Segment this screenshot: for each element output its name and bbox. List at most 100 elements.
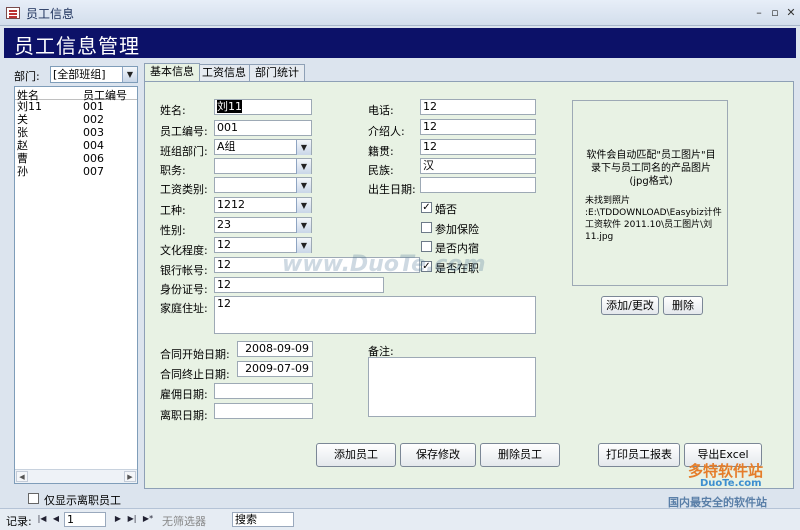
- bank-label: 银行帐号:: [160, 264, 208, 277]
- dept-label: 部门:: [14, 70, 40, 83]
- employee-name: 赵: [17, 139, 28, 152]
- salary-type-select[interactable]: ▼: [214, 177, 312, 193]
- scroll-right-icon[interactable]: ▶: [124, 471, 136, 482]
- tab-basic-info[interactable]: 基本信息: [144, 63, 200, 81]
- position-select[interactable]: ▼: [214, 158, 312, 174]
- list-item[interactable]: 孙 007: [15, 165, 137, 178]
- name-value: 刘11: [217, 100, 242, 113]
- record-label: 记录:: [6, 515, 32, 528]
- chevron-down-icon[interactable]: ▼: [296, 140, 311, 155]
- chevron-down-icon[interactable]: ▼: [296, 238, 311, 253]
- gender-value: 23: [217, 218, 231, 231]
- minimize-icon[interactable]: –: [752, 6, 766, 20]
- insured-checkbox[interactable]: [421, 222, 432, 233]
- address-label: 家庭住址:: [160, 302, 208, 315]
- leave-date-label: 离职日期:: [160, 409, 208, 422]
- employee-list-header: 姓名 员工编号: [15, 87, 137, 102]
- origin-field[interactable]: 12: [420, 139, 536, 155]
- tab-salary-info[interactable]: 工资信息: [196, 64, 252, 81]
- referrer-field[interactable]: 12: [420, 119, 536, 135]
- record-number-input[interactable]: 1: [64, 512, 106, 527]
- list-item[interactable]: 关 002: [15, 113, 137, 126]
- last-record-icon[interactable]: ▶|: [126, 513, 138, 525]
- employee-id: 002: [83, 113, 104, 126]
- list-item[interactable]: 刘11 001: [15, 100, 137, 113]
- contract-end-label: 合同终止日期:: [160, 368, 230, 381]
- insured-label: 参加保险: [435, 223, 479, 236]
- add-employee-button[interactable]: 添加员工: [316, 443, 396, 467]
- search-input[interactable]: 搜索: [232, 512, 294, 527]
- record-navigator: 记录: |◀ ◀ 1 ▶ ▶| ▶* 无筛选器 搜索: [0, 508, 800, 530]
- chevron-down-icon[interactable]: ▼: [296, 218, 311, 233]
- first-record-icon[interactable]: |◀: [36, 513, 48, 525]
- salary-type-label: 工资类别:: [160, 183, 208, 196]
- internal-checkbox[interactable]: [421, 241, 432, 252]
- window-title: 员工信息: [26, 7, 75, 21]
- idcard-label: 身份证号:: [160, 283, 208, 296]
- ethnic-field[interactable]: 汉: [420, 158, 536, 174]
- name-label: 姓名:: [160, 104, 186, 117]
- no-filter-button[interactable]: 无筛选器: [162, 513, 206, 529]
- education-select[interactable]: 12 ▼: [214, 237, 312, 253]
- name-field[interactable]: 刘11: [214, 99, 312, 115]
- print-report-button[interactable]: 打印员工报表: [598, 443, 680, 467]
- birth-date-field[interactable]: [420, 177, 536, 193]
- chevron-down-icon[interactable]: ▼: [122, 67, 137, 82]
- employee-list[interactable]: 姓名 员工编号 刘11 001 关 002 张 003 赵 004 曹 006 …: [14, 86, 138, 484]
- contract-start-field[interactable]: 2008-09-09: [237, 341, 313, 357]
- phone-field[interactable]: 12: [420, 99, 536, 115]
- show-inactive-checkbox[interactable]: [28, 493, 39, 504]
- photo-missing: 未找到照片 :E:\TDDOWNLOAD\Easybiz计件工资软件 2011.…: [585, 196, 722, 242]
- employee-name: 曹: [17, 152, 28, 165]
- employee-id: 007: [83, 165, 104, 178]
- job-value: 1212: [217, 198, 245, 211]
- delete-photo-button[interactable]: 删除: [663, 296, 703, 315]
- hire-date-label: 雇佣日期:: [160, 388, 208, 401]
- phone-label: 电话:: [368, 104, 394, 117]
- tab-dept-stats[interactable]: 部门统计: [249, 64, 305, 81]
- add-change-photo-button[interactable]: 添加/更改: [601, 296, 659, 315]
- employee-name: 刘11: [17, 100, 42, 113]
- maximize-icon[interactable]: ▫: [768, 6, 782, 20]
- save-changes-button[interactable]: 保存修改: [400, 443, 476, 467]
- list-item[interactable]: 张 003: [15, 126, 137, 139]
- married-checkbox[interactable]: ✓: [421, 202, 432, 213]
- gender-select[interactable]: 23 ▼: [214, 217, 312, 233]
- empno-label: 员工编号:: [160, 125, 208, 138]
- hire-date-field[interactable]: [214, 383, 313, 399]
- horizontal-scrollbar[interactable]: ◀ ▶: [15, 469, 137, 483]
- employee-id: 001: [83, 100, 104, 113]
- chevron-down-icon[interactable]: ▼: [296, 198, 311, 213]
- delete-employee-button[interactable]: 删除员工: [480, 443, 560, 467]
- contract-end-field[interactable]: 2009-07-09: [237, 361, 313, 377]
- employee-name: 孙: [17, 165, 28, 178]
- remarks-field[interactable]: [368, 357, 536, 417]
- job-select[interactable]: 1212 ▼: [214, 197, 312, 213]
- job-label: 工种:: [160, 204, 186, 217]
- employee-id: 003: [83, 126, 104, 139]
- list-item[interactable]: 曹 006: [15, 152, 137, 165]
- watermark-logo-url: DuoTe.com: [700, 478, 762, 489]
- leave-date-field[interactable]: [214, 403, 313, 419]
- chevron-down-icon[interactable]: ▼: [296, 178, 311, 193]
- team-select[interactable]: A组 ▼: [214, 139, 312, 155]
- dept-select[interactable]: [全部班组] ▼: [50, 66, 138, 83]
- employee-name: 关: [17, 113, 28, 126]
- scroll-left-icon[interactable]: ◀: [16, 471, 28, 482]
- team-value: A组: [217, 140, 236, 153]
- empno-field[interactable]: 001: [214, 120, 312, 136]
- header-banner: 员工信息管理: [4, 28, 796, 58]
- referrer-label: 介绍人:: [368, 125, 405, 138]
- previous-record-icon[interactable]: ◀: [50, 513, 62, 525]
- position-label: 职务:: [160, 164, 186, 177]
- close-icon[interactable]: ✕: [784, 6, 798, 20]
- address-field[interactable]: 12: [214, 296, 536, 334]
- idcard-field[interactable]: 12: [214, 277, 384, 293]
- page-title: 员工信息管理: [14, 34, 140, 58]
- education-label: 文化程度:: [160, 244, 208, 257]
- list-item[interactable]: 赵 004: [15, 139, 137, 152]
- married-label: 婚否: [435, 203, 457, 216]
- chevron-down-icon[interactable]: ▼: [296, 159, 311, 174]
- next-record-icon[interactable]: ▶: [112, 513, 124, 525]
- new-record-icon[interactable]: ▶*: [142, 513, 154, 525]
